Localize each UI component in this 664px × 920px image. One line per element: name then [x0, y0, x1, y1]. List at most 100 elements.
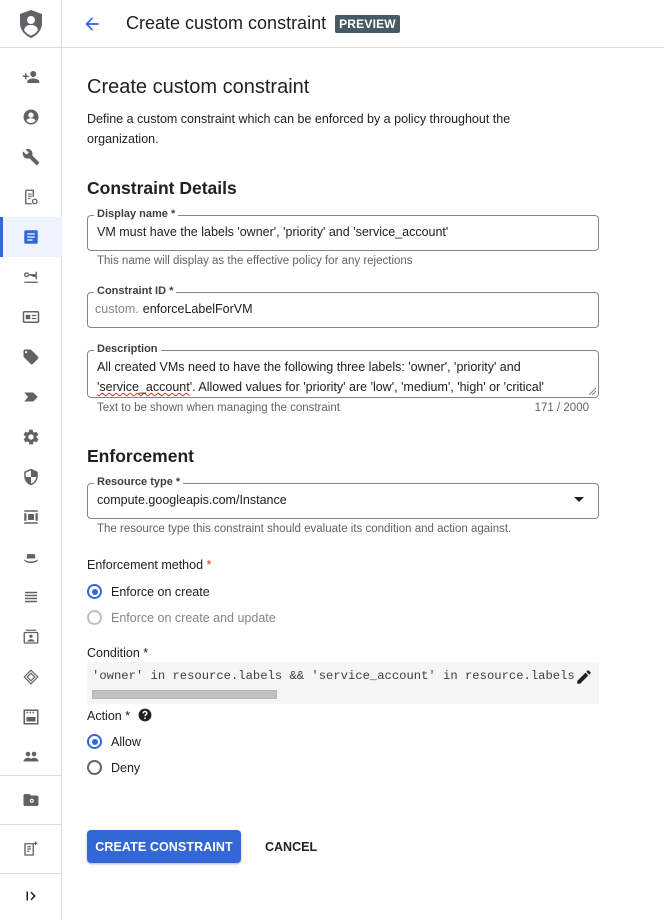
resource-type-hint: The resource type this constraint should… [97, 523, 512, 535]
article-icon [24, 230, 38, 244]
radio-allow[interactable]: Allow [87, 734, 141, 749]
radio-enforce-on-create[interactable]: Enforce on create [87, 584, 210, 599]
misspelled-word: 'service_account [97, 380, 190, 394]
sidebar-item-security[interactable] [0, 457, 62, 497]
resource-type-value: compute.googleapis.com/Instance [97, 493, 287, 507]
sidebar-item-layers[interactable] [0, 657, 62, 697]
sidebar-item-calendar[interactable] [0, 697, 62, 737]
shield-icon [24, 468, 38, 486]
groups-icon [23, 751, 39, 762]
cancel-button[interactable]: CANCEL [255, 830, 327, 863]
description-line: '. Allowed values for 'priority' are 'lo… [189, 380, 544, 394]
dropdown-arrow-icon [574, 497, 584, 502]
sidebar-item-tools[interactable] [0, 137, 62, 177]
description-hint: Text to be shown when managing the const… [97, 402, 340, 414]
sidebar-item-keys[interactable] [0, 257, 62, 297]
radio-label: Deny [111, 760, 141, 775]
horizontal-scrollbar[interactable] [92, 690, 277, 699]
help-icon[interactable] [138, 708, 152, 722]
badge-icon [23, 629, 39, 644]
label-arrow-icon [24, 392, 38, 402]
arrow-back-icon [85, 16, 99, 31]
condition-editor[interactable]: 'owner' in resource.labels && 'service_a… [87, 662, 599, 704]
enforcement-method-label: Enforcement method * [87, 558, 212, 572]
sidebar-item-badge[interactable] [0, 617, 62, 657]
action-label: Action * [87, 708, 152, 723]
person-add-icon [22, 71, 40, 83]
resource-type-label: Resource type * [94, 476, 184, 488]
description-value: All created VMs need to have the followi… [97, 357, 578, 397]
description-label: Description [94, 343, 161, 355]
sidebar-item-labels[interactable] [0, 377, 62, 417]
gear-icon [23, 429, 39, 445]
condition-label: Condition * [87, 646, 149, 660]
resource-type-select[interactable]: Resource type * compute.googleapis.com/I… [87, 476, 599, 519]
diamond-layers-icon [23, 669, 39, 685]
radio-label: Allow [111, 734, 141, 749]
account-circle-icon [23, 109, 39, 125]
sidebar-divider [0, 873, 62, 874]
sidebar-divider [0, 775, 62, 776]
document-settings-icon [25, 189, 38, 205]
top-bar-title: Create custom constraint [126, 13, 327, 33]
create-constraint-button[interactable]: CREATE CONSTRAINT [87, 830, 241, 863]
condition-code: 'owner' in resource.labels && 'service_a… [92, 669, 575, 683]
folder-settings-icon [23, 794, 39, 806]
back-button[interactable] [80, 12, 104, 36]
sidebar-item-add-user[interactable] [0, 57, 62, 97]
sidebar-item-id-card[interactable] [0, 297, 62, 337]
radio-button-disabled[interactable] [87, 610, 102, 625]
sidebar-item-groups[interactable] [0, 737, 62, 777]
sidebar-item-list[interactable] [0, 577, 62, 617]
display-name-field[interactable]: Display name * VM must have the labels '… [87, 208, 599, 251]
description-textarea[interactable]: Description All created VMs need to have… [87, 343, 599, 398]
security-shield-icon [20, 9, 42, 38]
radio-button-checked[interactable] [87, 734, 102, 749]
sidebar-expand-button[interactable] [0, 876, 62, 916]
constraint-id-value: enforceLabelForVM [142, 302, 253, 316]
radio-label: Enforce on create and update [111, 610, 276, 625]
description-char-counter: 171 / 2000 [534, 402, 589, 414]
radio-deny[interactable]: Deny [87, 760, 140, 775]
top-bar: Create custom constraint PREVIEW [62, 0, 664, 48]
display-name-value: VM must have the labels 'owner', 'priori… [97, 225, 449, 239]
sidebar-item-folder-settings[interactable] [0, 780, 62, 820]
page-description: Define a custom constraint which can be … [87, 112, 511, 146]
quota-icon [24, 510, 38, 524]
sidebar-nav [0, 0, 62, 920]
radio-enforce-on-create-and-update[interactable]: Enforce on create and update [87, 610, 276, 625]
preview-badge: PREVIEW [335, 14, 400, 33]
radio-button-checked[interactable] [87, 584, 102, 599]
key-icon [23, 271, 38, 283]
sidebar-divider [0, 824, 62, 825]
sidebar-item-tags[interactable] [0, 337, 62, 377]
required-mark: * [206, 558, 212, 572]
release-notes-icon [24, 841, 38, 856]
sidebar-item-release-notes[interactable] [0, 829, 62, 869]
display-name-hint: This name will display as the effective … [97, 255, 413, 267]
sidebar-item-quotas[interactable] [0, 497, 62, 537]
edit-pencil-icon[interactable] [575, 668, 593, 686]
calendar-box-icon [23, 709, 39, 725]
page-title: Create custom constraint [87, 76, 310, 98]
constraint-id-prefix: custom. [95, 302, 139, 316]
radio-label: Enforce on create [111, 584, 210, 599]
description-line: All created VMs need to have the followi… [97, 360, 521, 374]
constraint-id-label: Constraint ID * [94, 285, 177, 297]
product-logo[interactable] [0, 0, 62, 48]
id-card-icon [22, 311, 40, 323]
hat-icon [24, 554, 38, 563]
sidebar-item-constraints[interactable] [0, 217, 62, 257]
section-title-enforcement: Enforcement [87, 446, 194, 466]
display-name-label: Display name * [94, 208, 179, 220]
wrench-icon [22, 148, 40, 166]
sidebar-item-policy-settings[interactable] [0, 177, 62, 217]
radio-button-unchecked[interactable] [87, 760, 102, 775]
constraint-id-field[interactable]: Constraint ID * custom. enforceLabelForVM [87, 285, 599, 328]
sidebar-item-identity[interactable] [0, 537, 62, 577]
expand-sidebar-icon [26, 891, 36, 901]
sidebar-item-account[interactable] [0, 97, 62, 137]
sidebar-item-settings[interactable] [0, 417, 62, 457]
list-lines-icon [25, 591, 37, 603]
resize-handle-icon[interactable] [588, 387, 596, 395]
